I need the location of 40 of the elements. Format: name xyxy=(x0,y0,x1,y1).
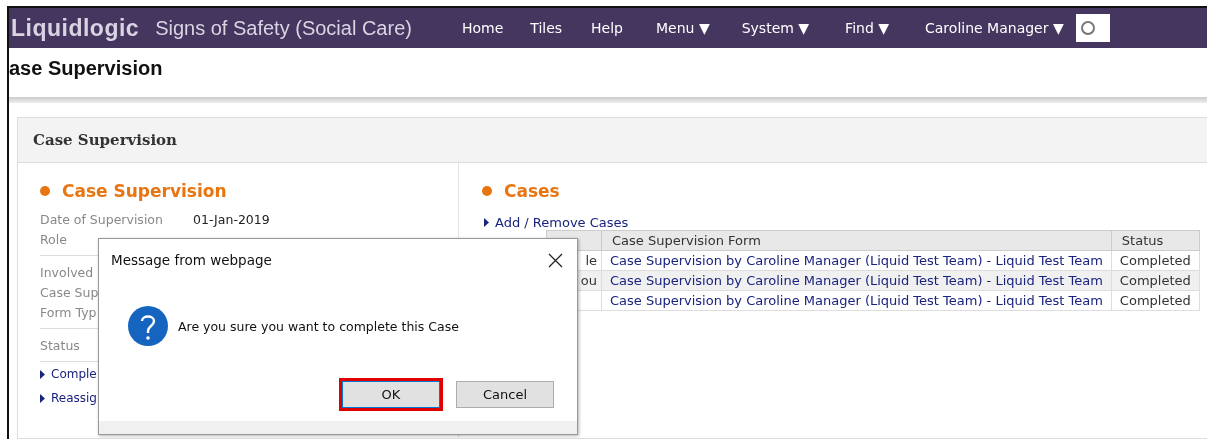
search-icon xyxy=(1079,20,1096,36)
field-label: Case Sup xyxy=(40,284,100,300)
nav-menu-item[interactable]: Tiles xyxy=(530,20,563,36)
bullet-icon xyxy=(40,186,50,196)
triangle-icon xyxy=(40,393,45,403)
nav-menu-item[interactable]: Caroline Manager ▼ xyxy=(925,20,1064,36)
nav-menu-item[interactable]: Home xyxy=(461,20,504,36)
field-value: 01-Jan-2019 xyxy=(193,211,270,227)
triangle-icon xyxy=(40,369,45,379)
panel-header: Case Supervision xyxy=(18,118,1207,163)
field-label: Status xyxy=(40,337,81,353)
triangle-icon xyxy=(484,217,489,227)
page-title: ase Supervision xyxy=(9,57,164,81)
ok-button[interactable]: OK xyxy=(342,381,440,408)
nav-menu-item[interactable]: System ▼ xyxy=(741,20,810,36)
column-header: Status xyxy=(1111,230,1200,251)
dialog-title: Message from webpage xyxy=(111,252,272,268)
field-label: Form Typ xyxy=(40,304,98,320)
dialog-message: Are you sure you want to complete this Case xyxy=(178,318,459,334)
app-title: Signs of Safety (Social Care) xyxy=(155,16,412,40)
section-heading: Cases xyxy=(504,181,560,201)
action-link[interactable]: Reassig xyxy=(51,391,97,405)
search-field[interactable] xyxy=(1075,14,1110,42)
table-cell: Completed xyxy=(1111,290,1200,311)
table-cell: Completed xyxy=(1111,250,1200,271)
nav-menu-item[interactable]: Menu ▼ xyxy=(656,20,710,36)
cancel-button[interactable]: Cancel xyxy=(456,381,554,408)
question-icon xyxy=(128,306,168,346)
nav-menu-item[interactable]: Find ▼ xyxy=(845,20,889,36)
action-link[interactable]: Comple xyxy=(51,367,97,381)
bullet-icon xyxy=(482,186,492,196)
field-label: Involved xyxy=(40,264,95,280)
close-icon xyxy=(548,252,563,268)
action-link[interactable]: Add / Remove Cases xyxy=(495,214,629,230)
field-label: Role xyxy=(40,231,68,247)
column-header: Case Supervision Form xyxy=(601,230,1112,251)
field-label: Date of Supervision xyxy=(40,211,164,227)
section-heading: Case Supervision xyxy=(62,181,227,201)
logo: Liquidlogic xyxy=(11,14,140,42)
nav-menu-item[interactable]: Help xyxy=(591,20,623,36)
